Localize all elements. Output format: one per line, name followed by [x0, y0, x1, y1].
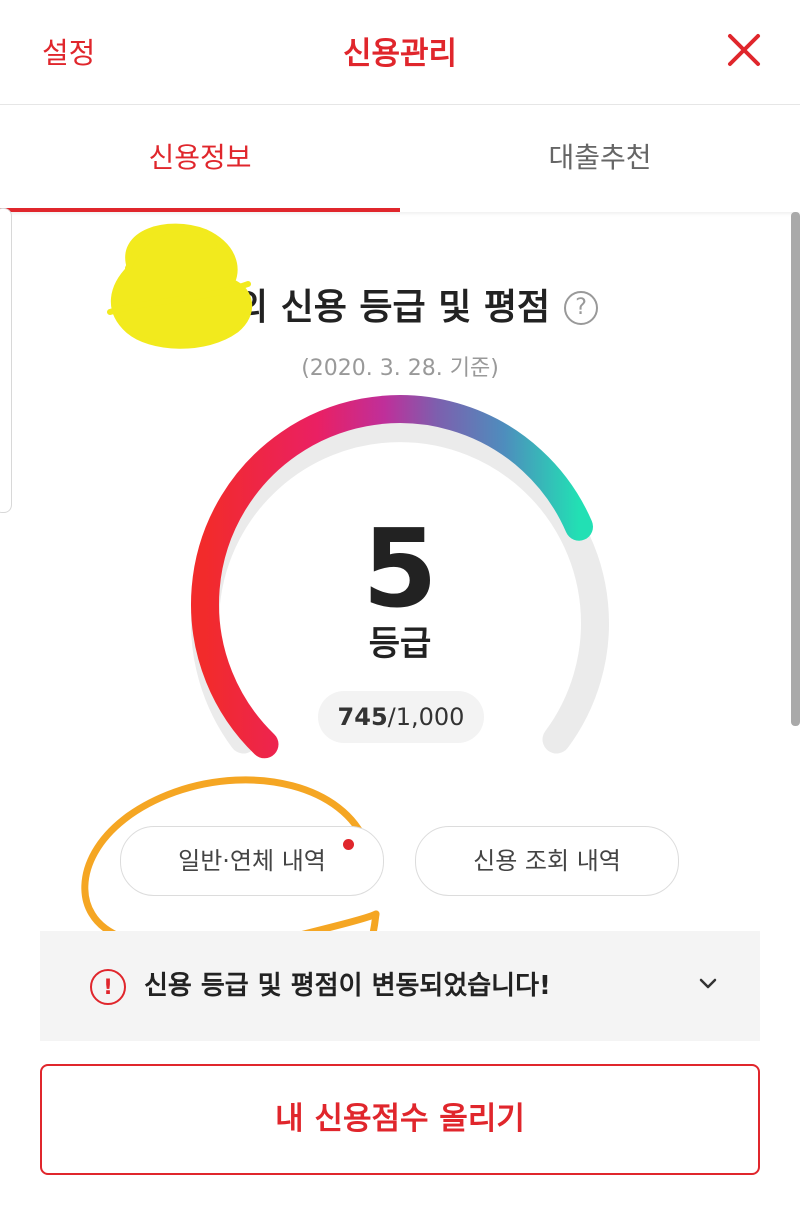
credit-score-value: 745 — [337, 703, 388, 731]
credit-headline: 님의 신용 등급 및 평점? — [0, 278, 800, 330]
headline-text: 님의 신용 등급 및 평점 — [201, 287, 551, 328]
chevron-down-icon[interactable] — [695, 971, 721, 997]
new-badge-dot — [343, 839, 354, 850]
top-bar: 설정 신용관리 — [0, 0, 800, 105]
tab-bar: 신용정보 대출추천 — [0, 105, 800, 212]
as-of-date: (2020. 3. 28. 기준) — [301, 356, 499, 381]
page-title: 신용관리 — [342, 36, 458, 72]
help-icon[interactable]: ? — [564, 291, 599, 325]
tab-indicator — [0, 208, 400, 212]
close-icon[interactable] — [722, 28, 766, 72]
notice-text: 신용 등급 및 평점이 변동되었습니다! — [144, 971, 551, 1001]
credit-score-max: /1,000 — [387, 703, 465, 731]
grade-change-notice[interactable]: ! 신용 등급 및 평점이 변동되었습니다! — [40, 931, 760, 1041]
credit-inquiry-history-button[interactable]: 신용 조회 내역 — [415, 826, 679, 896]
raise-credit-score-button[interactable]: 내 신용점수 올리기 — [40, 1064, 760, 1175]
tab-credit-info[interactable]: 신용정보 — [0, 105, 400, 210]
overdue-history-button[interactable]: 일반·연체 내역 — [120, 826, 384, 896]
credit-score-pill: 745/1,000 — [318, 691, 484, 743]
tab-loan-recommend[interactable]: 대출추천 — [400, 105, 800, 210]
alert-icon: ! — [90, 969, 126, 1005]
credit-grade-unit: 등급 — [368, 624, 432, 664]
